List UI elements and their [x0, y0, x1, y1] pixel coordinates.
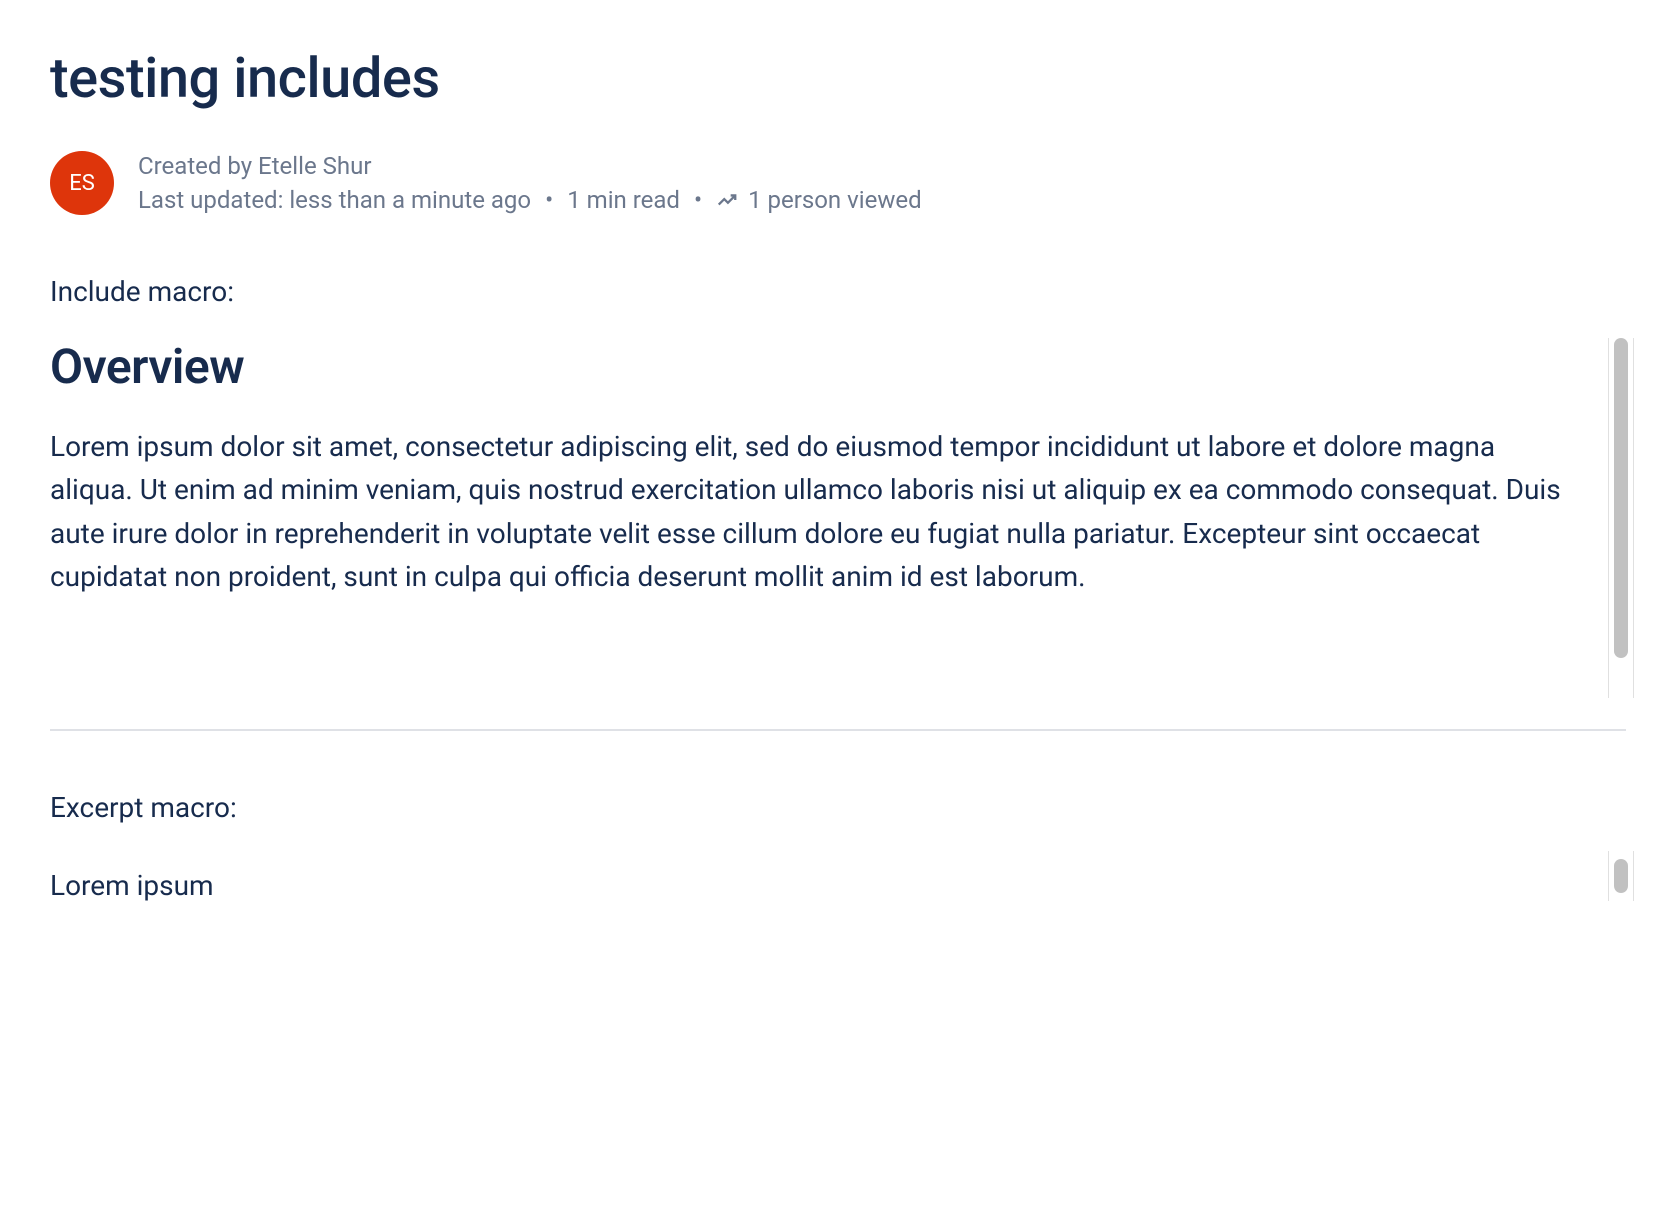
scrollbar[interactable] [1608, 338, 1634, 698]
excerpt-text: Lorem ipsum [50, 869, 1596, 902]
divider [50, 729, 1626, 731]
scrollbar-thumb[interactable] [1614, 859, 1628, 893]
avatar[interactable]: ES [50, 151, 114, 215]
byline-text: Created by Etelle Shur Last updated: les… [138, 152, 922, 214]
views-text: 1 person viewed [748, 186, 922, 214]
scrollbar[interactable] [1608, 851, 1634, 901]
overview-text: Lorem ipsum dolor sit amet, consectetur … [50, 425, 1570, 599]
include-macro-label: Include macro: [50, 275, 1626, 308]
include-macro-block: Overview Lorem ipsum dolor sit amet, con… [50, 338, 1626, 599]
separator-dot: • [545, 186, 553, 214]
created-by: Created by Etelle Shur [138, 152, 922, 180]
created-by-prefix: Created by [138, 152, 258, 180]
views[interactable]: 1 person viewed [716, 186, 922, 214]
read-time: 1 min read [567, 186, 680, 214]
byline: ES Created by Etelle Shur Last updated: … [50, 151, 1626, 215]
excerpt-macro-block: Excerpt macro: Lorem ipsum [50, 791, 1626, 902]
overview-heading: Overview [50, 338, 1596, 395]
scrollbar-thumb[interactable] [1614, 338, 1628, 658]
separator-dot: • [694, 186, 702, 214]
page-title: testing includes [50, 45, 1626, 111]
author-name[interactable]: Etelle Shur [258, 152, 371, 180]
meta-row: Last updated: less than a minute ago • 1… [138, 186, 922, 214]
analytics-icon [716, 189, 738, 211]
excerpt-macro-label: Excerpt macro: [50, 791, 1596, 824]
page-content: Include macro: Overview Lorem ipsum dolo… [50, 275, 1626, 902]
last-updated[interactable]: Last updated: less than a minute ago [138, 186, 531, 214]
